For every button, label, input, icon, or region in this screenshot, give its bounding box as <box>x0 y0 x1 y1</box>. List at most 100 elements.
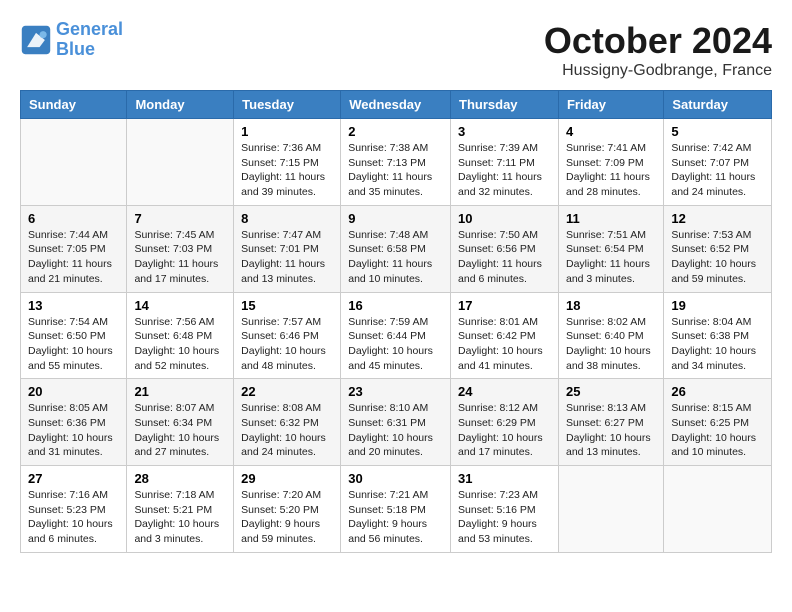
calendar-cell: 13 Sunrise: 7:54 AM Sunset: 6:50 PM Dayli… <box>21 292 127 379</box>
day-info: Sunrise: 8:07 AM Sunset: 6:34 PM Dayligh… <box>134 401 226 460</box>
day-info: Sunrise: 7:54 AM Sunset: 6:50 PM Dayligh… <box>28 315 119 374</box>
day-number: 11 <box>566 211 656 226</box>
day-info: Sunrise: 7:36 AM Sunset: 7:15 PM Dayligh… <box>241 141 333 200</box>
calendar-cell <box>21 119 127 206</box>
day-info: Sunrise: 7:18 AM Sunset: 5:21 PM Dayligh… <box>134 488 226 547</box>
calendar-week-3: 13 Sunrise: 7:54 AM Sunset: 6:50 PM Dayli… <box>21 292 772 379</box>
day-number: 19 <box>671 298 764 313</box>
calendar-cell: 11 Sunrise: 7:51 AM Sunset: 6:54 PM Dayli… <box>558 205 663 292</box>
logo: General Blue <box>20 20 123 60</box>
logo-icon <box>20 24 52 56</box>
calendar-cell: 27Sunrise: 7:16 AM Sunset: 5:23 PM Dayli… <box>21 466 127 553</box>
calendar-cell: 7Sunrise: 7:45 AM Sunset: 7:03 PM Daylig… <box>127 205 234 292</box>
day-info: Sunrise: 8:02 AM Sunset: 6:40 PM Dayligh… <box>566 315 656 374</box>
day-number: 2 <box>348 124 443 139</box>
calendar-cell: 6 Sunrise: 7:44 AM Sunset: 7:05 PM Daylig… <box>21 205 127 292</box>
day-info: Sunrise: 7:51 AM Sunset: 6:54 PM Dayligh… <box>566 228 656 287</box>
day-number: 18 <box>566 298 656 313</box>
day-info: Sunrise: 8:05 AM Sunset: 6:36 PM Dayligh… <box>28 401 119 460</box>
day-number: 14 <box>134 298 226 313</box>
day-number: 16 <box>348 298 443 313</box>
day-info: Sunrise: 8:01 AM Sunset: 6:42 PM Dayligh… <box>458 315 551 374</box>
calendar-cell: 17Sunrise: 8:01 AM Sunset: 6:42 PM Dayli… <box>451 292 559 379</box>
calendar-cell: 14 Sunrise: 7:56 AM Sunset: 6:48 PM Dayli… <box>127 292 234 379</box>
month-title: October 2024 <box>544 20 772 62</box>
calendar-cell: 21 Sunrise: 8:07 AM Sunset: 6:34 PM Dayli… <box>127 379 234 466</box>
calendar-cell: 31 Sunrise: 7:23 AM Sunset: 5:16 PM Dayli… <box>451 466 559 553</box>
day-info: Sunrise: 7:44 AM Sunset: 7:05 PM Dayligh… <box>28 228 119 287</box>
day-info: Sunrise: 7:59 AM Sunset: 6:44 PM Dayligh… <box>348 315 443 374</box>
day-info: Sunrise: 7:20 AM Sunset: 5:20 PM Dayligh… <box>241 488 333 547</box>
calendar-cell: 29 Sunrise: 7:20 AM Sunset: 5:20 PM Dayli… <box>234 466 341 553</box>
day-number: 21 <box>134 384 226 399</box>
calendar-cell: 16 Sunrise: 7:59 AM Sunset: 6:44 PM Dayli… <box>341 292 451 379</box>
day-info: Sunrise: 7:56 AM Sunset: 6:48 PM Dayligh… <box>134 315 226 374</box>
day-number: 29 <box>241 471 333 486</box>
day-number: 5 <box>671 124 764 139</box>
day-number: 10 <box>458 211 551 226</box>
day-info: Sunrise: 7:41 AM Sunset: 7:09 PM Dayligh… <box>566 141 656 200</box>
weekday-header-thursday: Thursday <box>451 91 559 119</box>
calendar-week-5: 27Sunrise: 7:16 AM Sunset: 5:23 PM Dayli… <box>21 466 772 553</box>
calendar-cell: 3 Sunrise: 7:39 AM Sunset: 7:11 PM Daylig… <box>451 119 559 206</box>
weekday-header-tuesday: Tuesday <box>234 91 341 119</box>
calendar-cell: 30 Sunrise: 7:21 AM Sunset: 5:18 PM Dayli… <box>341 466 451 553</box>
day-info: Sunrise: 7:39 AM Sunset: 7:11 PM Dayligh… <box>458 141 551 200</box>
day-info: Sunrise: 7:53 AM Sunset: 6:52 PM Dayligh… <box>671 228 764 287</box>
day-number: 12 <box>671 211 764 226</box>
calendar-cell: 12 Sunrise: 7:53 AM Sunset: 6:52 PM Dayli… <box>664 205 772 292</box>
weekday-header-saturday: Saturday <box>664 91 772 119</box>
weekday-header-monday: Monday <box>127 91 234 119</box>
calendar-cell: 22 Sunrise: 8:08 AM Sunset: 6:32 PM Dayli… <box>234 379 341 466</box>
calendar-cell: 24Sunrise: 8:12 AM Sunset: 6:29 PM Dayli… <box>451 379 559 466</box>
day-info: Sunrise: 7:47 AM Sunset: 7:01 PM Dayligh… <box>241 228 333 287</box>
calendar-cell: 15Sunrise: 7:57 AM Sunset: 6:46 PM Dayli… <box>234 292 341 379</box>
calendar-table: SundayMondayTuesdayWednesdayThursdayFrid… <box>20 90 772 553</box>
day-info: Sunrise: 7:23 AM Sunset: 5:16 PM Dayligh… <box>458 488 551 547</box>
day-number: 27 <box>28 471 119 486</box>
day-number: 28 <box>134 471 226 486</box>
day-info: Sunrise: 7:57 AM Sunset: 6:46 PM Dayligh… <box>241 315 333 374</box>
day-number: 3 <box>458 124 551 139</box>
page-header: General Blue October 2024 Hussigny-Godbr… <box>20 20 772 80</box>
day-number: 31 <box>458 471 551 486</box>
day-number: 25 <box>566 384 656 399</box>
calendar-cell: 4Sunrise: 7:41 AM Sunset: 7:09 PM Daylig… <box>558 119 663 206</box>
calendar-cell: 5Sunrise: 7:42 AM Sunset: 7:07 PM Daylig… <box>664 119 772 206</box>
day-info: Sunrise: 7:21 AM Sunset: 5:18 PM Dayligh… <box>348 488 443 547</box>
day-info: Sunrise: 8:12 AM Sunset: 6:29 PM Dayligh… <box>458 401 551 460</box>
day-info: Sunrise: 8:08 AM Sunset: 6:32 PM Dayligh… <box>241 401 333 460</box>
day-info: Sunrise: 8:13 AM Sunset: 6:27 PM Dayligh… <box>566 401 656 460</box>
weekday-header-friday: Friday <box>558 91 663 119</box>
location: Hussigny-Godbrange, France <box>544 62 772 80</box>
day-number: 26 <box>671 384 764 399</box>
calendar-week-1: 1Sunrise: 7:36 AM Sunset: 7:15 PM Daylig… <box>21 119 772 206</box>
day-number: 30 <box>348 471 443 486</box>
day-number: 7 <box>134 211 226 226</box>
calendar-cell: 1Sunrise: 7:36 AM Sunset: 7:15 PM Daylig… <box>234 119 341 206</box>
calendar-cell: 2 Sunrise: 7:38 AM Sunset: 7:13 PM Daylig… <box>341 119 451 206</box>
day-info: Sunrise: 8:15 AM Sunset: 6:25 PM Dayligh… <box>671 401 764 460</box>
calendar-week-2: 6 Sunrise: 7:44 AM Sunset: 7:05 PM Daylig… <box>21 205 772 292</box>
day-number: 13 <box>28 298 119 313</box>
day-number: 22 <box>241 384 333 399</box>
calendar-cell: 8 Sunrise: 7:47 AM Sunset: 7:01 PM Daylig… <box>234 205 341 292</box>
title-area: October 2024 Hussigny-Godbrange, France <box>544 20 772 80</box>
day-info: Sunrise: 8:10 AM Sunset: 6:31 PM Dayligh… <box>348 401 443 460</box>
day-number: 23 <box>348 384 443 399</box>
calendar-cell: 26 Sunrise: 8:15 AM Sunset: 6:25 PM Dayli… <box>664 379 772 466</box>
calendar-cell: 25 Sunrise: 8:13 AM Sunset: 6:27 PM Dayli… <box>558 379 663 466</box>
day-number: 20 <box>28 384 119 399</box>
calendar-cell: 19Sunrise: 8:04 AM Sunset: 6:38 PM Dayli… <box>664 292 772 379</box>
calendar-cell <box>127 119 234 206</box>
day-number: 8 <box>241 211 333 226</box>
day-info: Sunrise: 7:50 AM Sunset: 6:56 PM Dayligh… <box>458 228 551 287</box>
logo-line1: General <box>56 19 123 39</box>
logo-line2: Blue <box>56 39 95 59</box>
calendar-cell <box>558 466 663 553</box>
calendar-cell <box>664 466 772 553</box>
calendar-cell: 23 Sunrise: 8:10 AM Sunset: 6:31 PM Dayli… <box>341 379 451 466</box>
day-number: 6 <box>28 211 119 226</box>
day-info: Sunrise: 7:38 AM Sunset: 7:13 PM Dayligh… <box>348 141 443 200</box>
calendar-cell: 20 Sunrise: 8:05 AM Sunset: 6:36 PM Dayli… <box>21 379 127 466</box>
